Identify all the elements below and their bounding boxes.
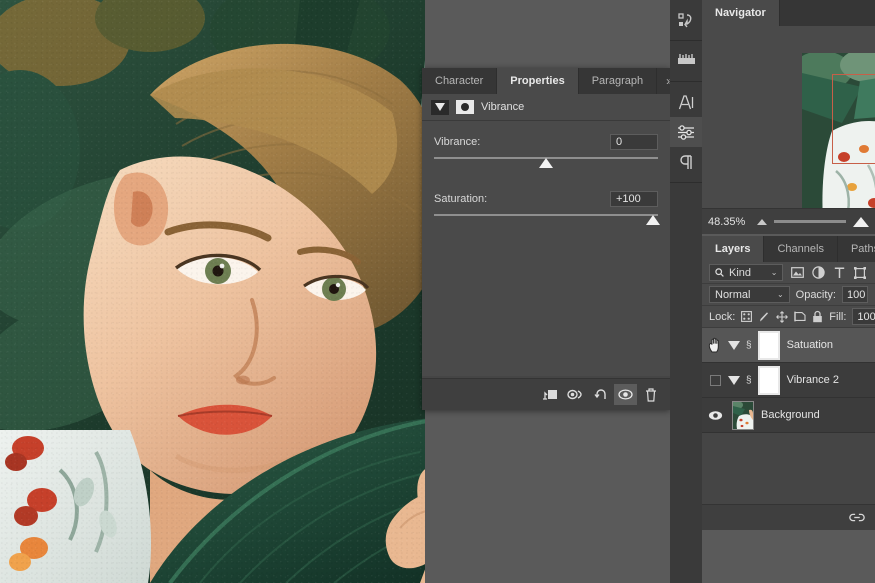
layer-name[interactable]: Vibrance 2 bbox=[787, 374, 839, 386]
blend-mode-value: Normal bbox=[715, 289, 750, 301]
lock-transparent-pixels-icon[interactable] bbox=[741, 309, 752, 324]
lock-fill-row: Lock: Fill: 100 bbox=[702, 306, 875, 328]
layer-collapse-triangle-icon[interactable] bbox=[728, 341, 740, 350]
tab-layers[interactable]: Layers bbox=[702, 236, 764, 262]
layer-mask-thumbnail[interactable] bbox=[758, 366, 780, 395]
reset-adjustment-icon[interactable] bbox=[589, 384, 612, 405]
layer-name[interactable]: Background bbox=[761, 409, 820, 421]
lock-artboard-nesting-icon[interactable] bbox=[794, 309, 806, 324]
tab-character[interactable]: Character bbox=[422, 68, 497, 94]
adjustment-title: Vibrance bbox=[481, 101, 524, 113]
zoom-in-mountain-icon[interactable] bbox=[853, 217, 869, 227]
navigator-footer: 48.35% bbox=[702, 208, 875, 234]
adjustment-header: Vibrance bbox=[422, 94, 670, 121]
layer-collapse-triangle-icon[interactable] bbox=[728, 376, 740, 385]
layer-list: § Satuation § Vibrance 2 bbox=[702, 328, 875, 433]
history-actions-icon[interactable] bbox=[670, 5, 702, 35]
chevron-down-icon[interactable]: ⌄ bbox=[771, 268, 778, 277]
delete-adjustment-icon[interactable] bbox=[639, 384, 662, 405]
layer-name[interactable]: Satuation bbox=[787, 339, 833, 351]
visibility-checkbox-empty[interactable] bbox=[702, 375, 728, 386]
blend-chevron-down-icon[interactable]: ⌄ bbox=[777, 290, 784, 299]
photoshop-window: Character Properties Paragraph » Vibranc… bbox=[0, 0, 875, 583]
vibrance-label: Vibrance: bbox=[434, 136, 480, 148]
layer-row-satuation[interactable]: § Satuation bbox=[702, 328, 875, 363]
lock-all-icon[interactable] bbox=[812, 309, 823, 324]
tab-channels[interactable]: Channels bbox=[764, 236, 837, 262]
properties-panel: Character Properties Paragraph » Vibranc… bbox=[422, 68, 670, 410]
link-layers-icon[interactable] bbox=[849, 510, 865, 526]
mask-link-icon[interactable]: § bbox=[746, 375, 752, 386]
zoom-percentage[interactable]: 48.35% bbox=[708, 216, 750, 228]
timeline-ruler-icon[interactable] bbox=[670, 46, 702, 76]
lock-position-icon[interactable] bbox=[776, 309, 788, 324]
filter-triangle-icon[interactable] bbox=[431, 100, 449, 115]
filter-adjustment-layers-icon[interactable] bbox=[811, 265, 826, 281]
vibrance-value-field[interactable]: 0 bbox=[610, 134, 658, 150]
tab-properties[interactable]: Properties bbox=[497, 68, 578, 94]
adjustment-controls: Vibrance: 0 Saturation: +100 bbox=[422, 121, 670, 376]
icon-group-timeline bbox=[670, 41, 702, 82]
layers-panel: Layers Channels Paths Kind ⌄ bbox=[702, 236, 875, 530]
character-panel-icon[interactable] bbox=[670, 87, 702, 117]
zoom-slider-track[interactable] bbox=[774, 220, 846, 223]
blend-opacity-row: Normal ⌄ Opacity: 100 bbox=[702, 284, 875, 306]
saturation-slider-thumb[interactable] bbox=[646, 215, 660, 225]
fill-field[interactable]: 100 bbox=[852, 308, 875, 325]
layers-tabbar: Layers Channels Paths bbox=[702, 236, 875, 262]
blend-mode-select[interactable]: Normal ⌄ bbox=[709, 286, 790, 303]
search-icon bbox=[715, 268, 724, 277]
navigator-view-box[interactable] bbox=[832, 74, 875, 164]
layer-row-vibrance-2[interactable]: § Vibrance 2 bbox=[702, 363, 875, 398]
layer-thumbnail[interactable] bbox=[732, 401, 754, 430]
lock-image-pixels-icon[interactable] bbox=[758, 309, 770, 324]
clip-to-layer-icon[interactable] bbox=[539, 384, 562, 405]
zoom-out-mountain-icon[interactable] bbox=[757, 219, 767, 225]
tab-paths[interactable]: Paths bbox=[838, 236, 875, 262]
lock-label: Lock: bbox=[709, 311, 735, 323]
saturation-value-field[interactable]: +100 bbox=[610, 191, 658, 207]
toggle-visibility-icon[interactable] bbox=[614, 384, 637, 405]
layer-filter-row: Kind ⌄ bbox=[702, 262, 875, 284]
navigator-tab-filler bbox=[780, 0, 875, 26]
opacity-field[interactable]: 100 bbox=[842, 286, 868, 303]
navigator-tabbar: Navigator bbox=[702, 0, 875, 26]
fill-label: Fill: bbox=[829, 311, 846, 323]
navigator-preview[interactable] bbox=[702, 26, 875, 208]
saturation-label: Saturation: bbox=[434, 193, 487, 205]
layers-footer bbox=[702, 504, 875, 530]
mask-link-icon[interactable]: § bbox=[746, 340, 752, 351]
tab-navigator[interactable]: Navigator bbox=[702, 0, 780, 26]
hand-cursor-icon[interactable] bbox=[702, 337, 728, 353]
adjustments-panel-icon[interactable] bbox=[670, 117, 702, 147]
layer-kind-label: Kind bbox=[729, 267, 751, 279]
icon-group-panels bbox=[670, 82, 702, 183]
properties-footer bbox=[422, 378, 670, 410]
layer-kind-filter[interactable]: Kind ⌄ bbox=[709, 264, 783, 281]
vibrance-adjustment-icon bbox=[456, 100, 474, 114]
paragraph-panel-icon[interactable] bbox=[670, 147, 702, 177]
filter-pixel-layers-icon[interactable] bbox=[789, 265, 804, 281]
filter-shape-layers-icon[interactable] bbox=[853, 265, 868, 281]
saturation-slider-track[interactable] bbox=[434, 213, 658, 229]
vibrance-slider-track[interactable] bbox=[434, 156, 658, 172]
tab-paragraph[interactable]: Paragraph bbox=[579, 68, 657, 94]
saturation-slider-row: Saturation: +100 bbox=[434, 190, 658, 229]
opacity-label: Opacity: bbox=[796, 289, 836, 301]
icon-group-history bbox=[670, 0, 702, 41]
layer-row-background[interactable]: Background bbox=[702, 398, 875, 433]
filter-type-layers-icon[interactable] bbox=[832, 265, 847, 281]
eye-icon[interactable] bbox=[702, 410, 728, 421]
vibrance-slider-thumb[interactable] bbox=[539, 158, 553, 168]
vibrance-slider-row: Vibrance: 0 bbox=[434, 133, 658, 172]
panel-icon-strip bbox=[670, 0, 702, 583]
properties-tabbar: Character Properties Paragraph » bbox=[422, 68, 670, 94]
navigator-panel: Navigator bbox=[702, 0, 875, 234]
view-previous-state-icon[interactable] bbox=[564, 384, 587, 405]
layer-mask-thumbnail[interactable] bbox=[758, 331, 780, 360]
